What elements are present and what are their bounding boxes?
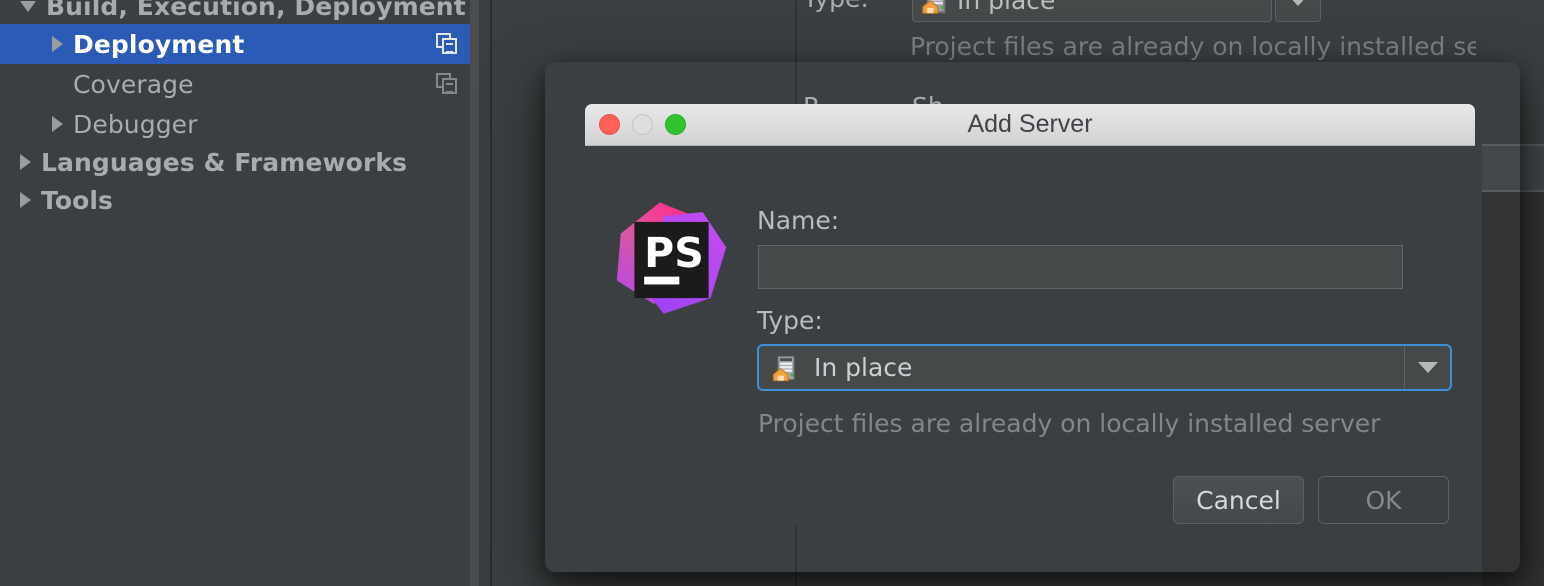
copy-settings-icon[interactable] (436, 73, 458, 95)
phpstorm-logo: PS (616, 202, 727, 314)
chevron-right-icon[interactable] (20, 192, 31, 208)
type-label: Type: (757, 306, 823, 335)
bg-type-combobox[interactable]: In place (912, 0, 1272, 22)
copy-settings-icon[interactable] (436, 33, 458, 55)
add-server-dialog: Add Server PS Name: Type: In place Proje… (585, 104, 1475, 526)
type-value: In place (814, 353, 913, 382)
type-dropdown-button[interactable] (1404, 346, 1450, 389)
band-row-dark[interactable] (1482, 192, 1544, 586)
svg-text:PS: PS (644, 229, 704, 277)
copy-icon-lines (446, 83, 453, 93)
copy-icon-lines (446, 43, 453, 53)
sidebar-item-tools[interactable]: Tools (0, 180, 470, 220)
sidebar-item-languages-frameworks[interactable]: Languages & Frameworks (0, 142, 470, 182)
name-input[interactable] (758, 245, 1403, 289)
close-icon[interactable] (599, 114, 620, 135)
minimize-icon[interactable] (632, 114, 653, 135)
chevron-right-icon[interactable] (52, 36, 63, 52)
type-combobox[interactable]: In place (757, 344, 1452, 391)
bg-type-label: Type: (803, 0, 869, 13)
band-row[interactable] (1482, 146, 1544, 190)
cancel-button[interactable]: Cancel (1173, 476, 1304, 524)
name-label: Name: (757, 206, 840, 235)
bg-type-hint: Project files are already on locally ins… (910, 32, 1533, 61)
sidebar-item-coverage[interactable]: Coverage (0, 64, 470, 104)
chevron-right-icon[interactable] (52, 116, 63, 132)
dialog-titlebar[interactable]: Add Server (585, 104, 1475, 146)
in-place-server-icon (772, 354, 800, 382)
sidebar-item-deployment[interactable]: Deployment (0, 24, 470, 64)
in-place-server-icon (922, 0, 946, 14)
sidebar-item-label: Tools (41, 185, 114, 215)
sidebar-item-label: Debugger (73, 109, 198, 139)
deployment-mapping-band (1476, 0, 1544, 586)
sidebar-item-label: Languages & Frameworks (41, 147, 408, 177)
chevron-down-icon (1417, 362, 1438, 373)
chevron-down-icon (1288, 0, 1308, 6)
chevron-down-icon[interactable] (20, 0, 36, 12)
dialog-title: Add Server (967, 110, 1093, 138)
bg-type-dropdown-button[interactable] (1275, 0, 1321, 22)
bg-type-value: In place (957, 0, 1056, 15)
sidebar-item-label: Deployment (73, 29, 245, 59)
sidebar-item-label: Build, Execution, Deployment (46, 0, 466, 21)
ok-button[interactable]: OK (1318, 476, 1449, 524)
dialog-body: PS Name: Type: In place Project files ar… (585, 146, 1475, 526)
sidebar-item-build-execution-deployment[interactable]: Build, Execution, Deployment (0, 0, 470, 26)
traffic-lights (599, 104, 686, 145)
sidebar-item-label: Coverage (73, 69, 194, 99)
sidebar-item-debugger[interactable]: Debugger (0, 104, 470, 144)
chevron-right-icon[interactable] (20, 154, 31, 170)
settings-tree[interactable]: Build, Execution, Deployment Deployment … (0, 0, 470, 586)
settings-tree-scrollbar[interactable] (470, 0, 479, 586)
type-hint: Project files are already on locally ins… (758, 409, 1381, 438)
maximize-icon[interactable] (665, 114, 686, 135)
